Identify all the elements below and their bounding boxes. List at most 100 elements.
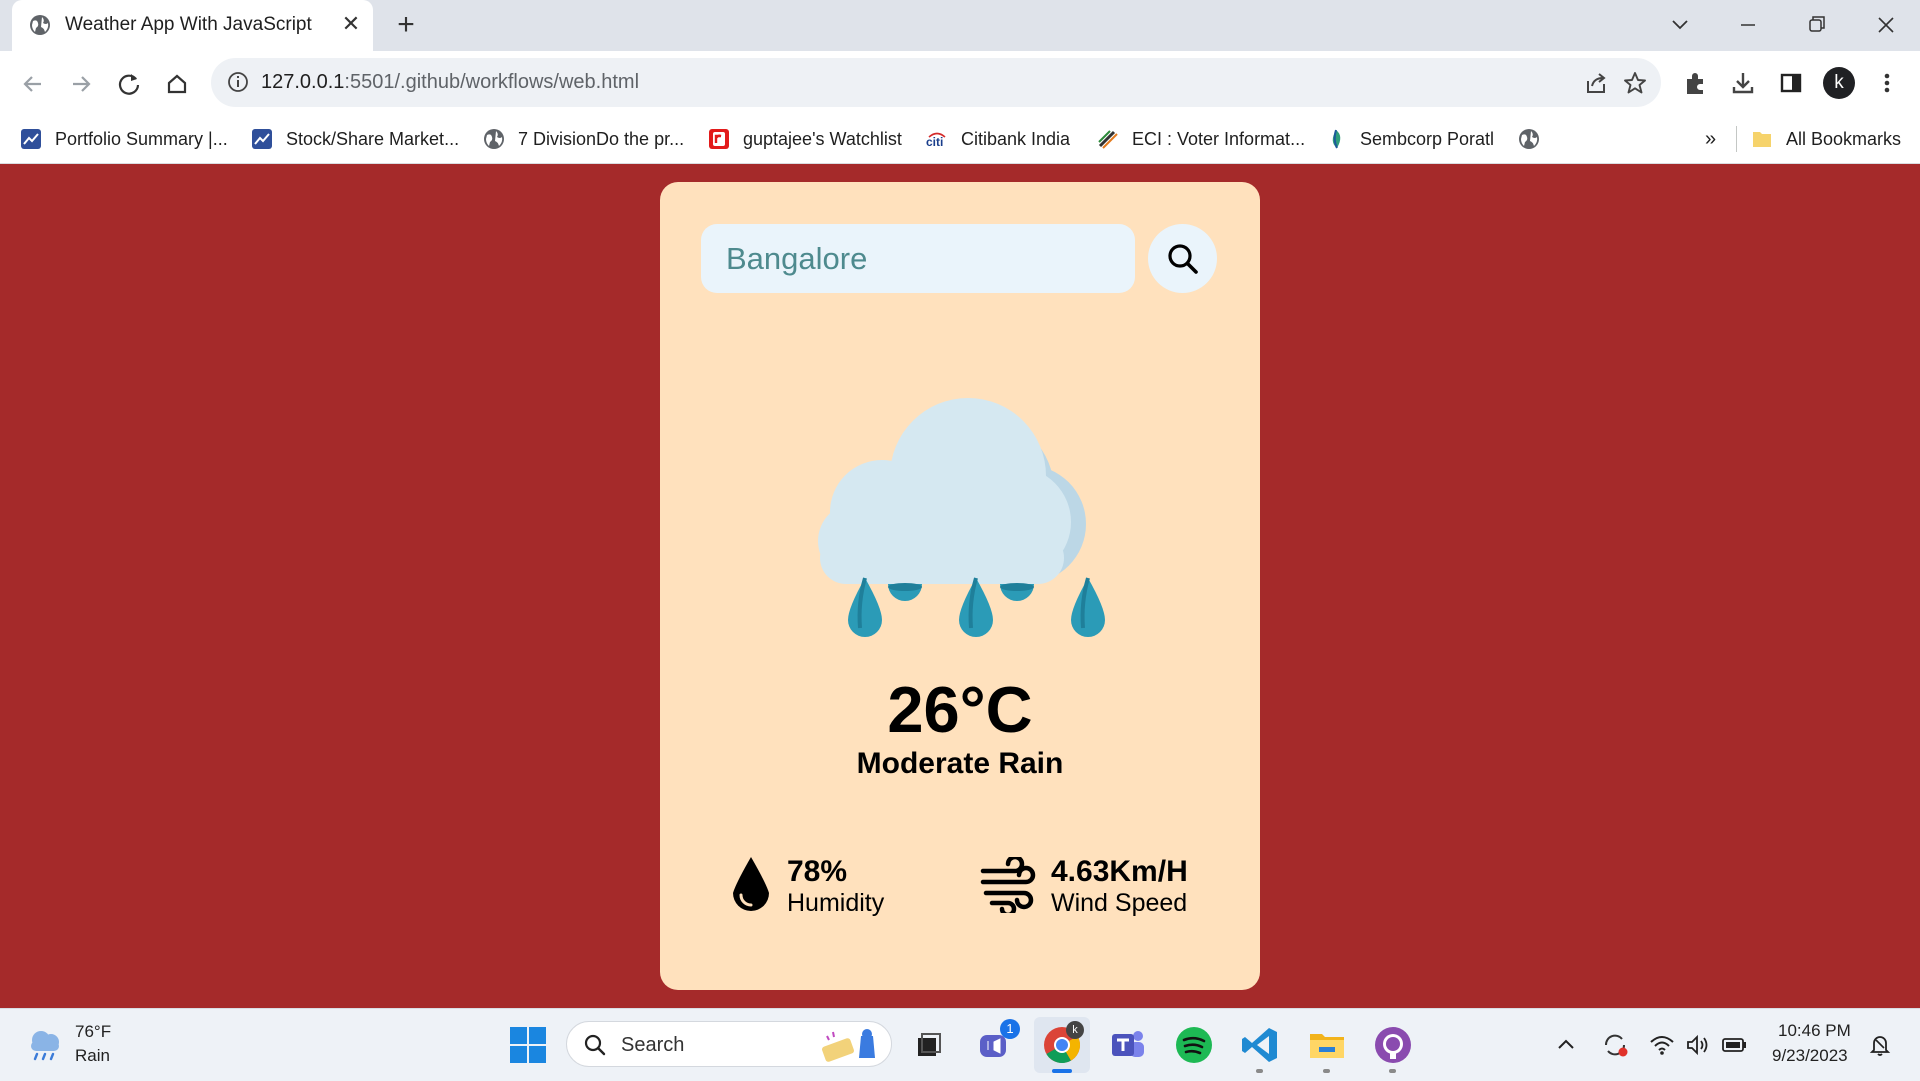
url-path: :5501/.github/workflows/web.html — [344, 71, 640, 93]
profile-avatar[interactable]: k — [1823, 67, 1855, 99]
sync-icon[interactable] — [1601, 1031, 1629, 1059]
taskbar-search-label: Search — [621, 1034, 685, 1056]
clock-date[interactable]: 9/23/2023 — [1772, 1046, 1848, 1066]
chart-icon — [21, 129, 41, 149]
vscode-running-indicator — [1256, 1069, 1263, 1073]
bookmark-label: Stock/Share Market... — [286, 128, 460, 149]
rain-cloud-icon — [818, 398, 1105, 637]
home-icon[interactable] — [160, 67, 194, 101]
chrome-active-indicator — [1052, 1069, 1072, 1073]
city-search-input[interactable] — [701, 224, 1135, 293]
r-logo-icon — [709, 129, 729, 149]
url-host: 127.0.0.1 — [261, 71, 345, 93]
reload-icon[interactable] — [112, 67, 146, 101]
globe-icon — [484, 129, 504, 149]
search-highlight-icon — [822, 1029, 875, 1062]
back-arrow-icon[interactable] — [16, 67, 50, 101]
humidity-detail: 78% Humidity — [730, 855, 930, 925]
github-desktop-icon[interactable] — [1373, 1025, 1413, 1065]
browser-tab[interactable]: Weather App With JavaScript ✕ — [12, 0, 373, 51]
forward-arrow-icon[interactable] — [64, 67, 98, 101]
notification-bell-icon[interactable] — [1866, 1031, 1894, 1059]
taskbar-weather-condition: Rain — [75, 1046, 110, 1065]
wind-speed-value: 4.63Km/H — [1051, 855, 1188, 888]
site-info-icon[interactable] — [227, 71, 249, 93]
search-button[interactable] — [1148, 224, 1217, 293]
task-view-icon[interactable] — [908, 1025, 948, 1065]
battery-icon[interactable] — [1720, 1031, 1748, 1059]
svg-text:citi: citi — [926, 135, 943, 149]
github-running-indicator — [1389, 1069, 1396, 1073]
tab-search-icon[interactable] — [1662, 8, 1698, 42]
bookmarks-separator — [1736, 126, 1737, 152]
browser-toolbar: 127.0.0.1:5501/.github/workflows/web.htm… — [0, 51, 1920, 116]
bookmark-label: Sembcorp Poratl — [1360, 128, 1495, 149]
bookmark-item[interactable] — [1518, 125, 1553, 153]
globe-icon — [1519, 129, 1539, 149]
url-text[interactable]: 127.0.0.1:5501/.github/workflows/web.htm… — [261, 71, 639, 94]
bookmark-item[interactable]: guptajee's Watchlist — [708, 125, 902, 153]
wind-detail: 4.63Km/H Wind Speed — [980, 855, 1250, 925]
bookmark-label: guptajee's Watchlist — [743, 128, 902, 149]
side-panel-icon[interactable] — [1775, 67, 1807, 99]
close-tab-icon[interactable]: ✕ — [338, 11, 364, 37]
weather-condition: Moderate Rain — [856, 747, 1064, 780]
taskbar-weather-temp: 76°F — [75, 1022, 112, 1041]
wifi-icon[interactable] — [1648, 1031, 1676, 1059]
water-drop-icon — [733, 857, 769, 911]
bookmark-item[interactable]: 7 DivisionDo the pr... — [483, 125, 684, 153]
humidity-value: 78% — [787, 855, 848, 888]
rain-cloud-icon — [31, 1031, 59, 1061]
teams-icon[interactable] — [1108, 1025, 1148, 1065]
bookmark-label: ECI : Voter Informat... — [1132, 128, 1306, 149]
search-icon — [1168, 244, 1198, 274]
bookmark-label: Citibank India — [961, 128, 1071, 149]
wind-speed-label: Wind Speed — [1051, 889, 1188, 917]
extensions-icon[interactable] — [1679, 67, 1711, 99]
citi-icon: citi — [926, 132, 946, 149]
all-bookmarks-button[interactable]: All Bookmarks — [1751, 125, 1901, 153]
bookmark-label: 7 DivisionDo the pr... — [518, 128, 685, 149]
new-tab-button[interactable]: + — [390, 9, 422, 41]
volume-icon[interactable] — [1684, 1031, 1712, 1059]
chat-notification-badge: 1 — [1000, 1019, 1020, 1039]
restore-icon[interactable] — [1798, 8, 1834, 42]
taskbar-search-box[interactable]: Search — [566, 1021, 892, 1067]
windows-start-icon[interactable] — [508, 1025, 548, 1065]
file-explorer-icon[interactable] — [1307, 1025, 1347, 1065]
chrome-profile-badge: k — [1066, 1021, 1084, 1039]
tab-title: Weather App With JavaScript — [65, 14, 312, 35]
more-menu-icon[interactable] — [1871, 67, 1903, 99]
all-bookmarks-label: All Bookmarks — [1786, 128, 1902, 149]
bookmark-star-icon[interactable] — [1622, 70, 1648, 96]
tab-strip: Weather App With JavaScript ✕ + — [0, 0, 1920, 51]
bookmarks-bar: Portfolio Summary |... Stock/Share Marke… — [0, 116, 1920, 164]
download-icon[interactable] — [1727, 67, 1759, 99]
close-window-icon[interactable] — [1868, 8, 1904, 42]
search-icon — [584, 1034, 606, 1056]
bookmark-item[interactable]: ECI : Voter Informat... — [1097, 125, 1305, 153]
chart-icon — [252, 129, 272, 149]
bookmark-label: Portfolio Summary |... — [55, 128, 228, 149]
humidity-label: Humidity — [787, 889, 885, 917]
weather-card: 26°C Moderate Rain 78% Humidity 4.63Km/H… — [660, 182, 1260, 990]
wind-icon — [980, 857, 1036, 913]
vscode-icon[interactable] — [1240, 1025, 1280, 1065]
minimize-icon[interactable] — [1730, 8, 1766, 42]
clock-time[interactable]: 10:46 PM — [1778, 1021, 1851, 1041]
share-icon[interactable] — [1583, 70, 1609, 96]
folder-icon — [1753, 132, 1771, 147]
windows-taskbar: 76°F Rain Search 1 k 10:46 PM 9/23/2023 — [0, 1008, 1920, 1081]
eci-icon — [1098, 130, 1118, 149]
bookmark-item[interactable]: Stock/Share Market... — [251, 125, 459, 153]
sembcorp-icon — [1332, 129, 1341, 149]
chevron-up-icon[interactable] — [1552, 1031, 1580, 1059]
temperature: 26°C — [887, 673, 1033, 746]
bookmark-item[interactable]: Portfolio Summary |... — [20, 125, 228, 153]
address-bar[interactable]: 127.0.0.1:5501/.github/workflows/web.htm… — [211, 58, 1661, 107]
spotify-icon[interactable] — [1174, 1025, 1214, 1065]
bookmark-item[interactable]: citi Citibank India — [926, 125, 1070, 153]
bookmarks-overflow-button[interactable]: » — [1705, 125, 1716, 153]
bookmark-item[interactable]: Sembcorp Poratl — [1325, 125, 1494, 153]
explorer-running-indicator — [1323, 1069, 1330, 1073]
